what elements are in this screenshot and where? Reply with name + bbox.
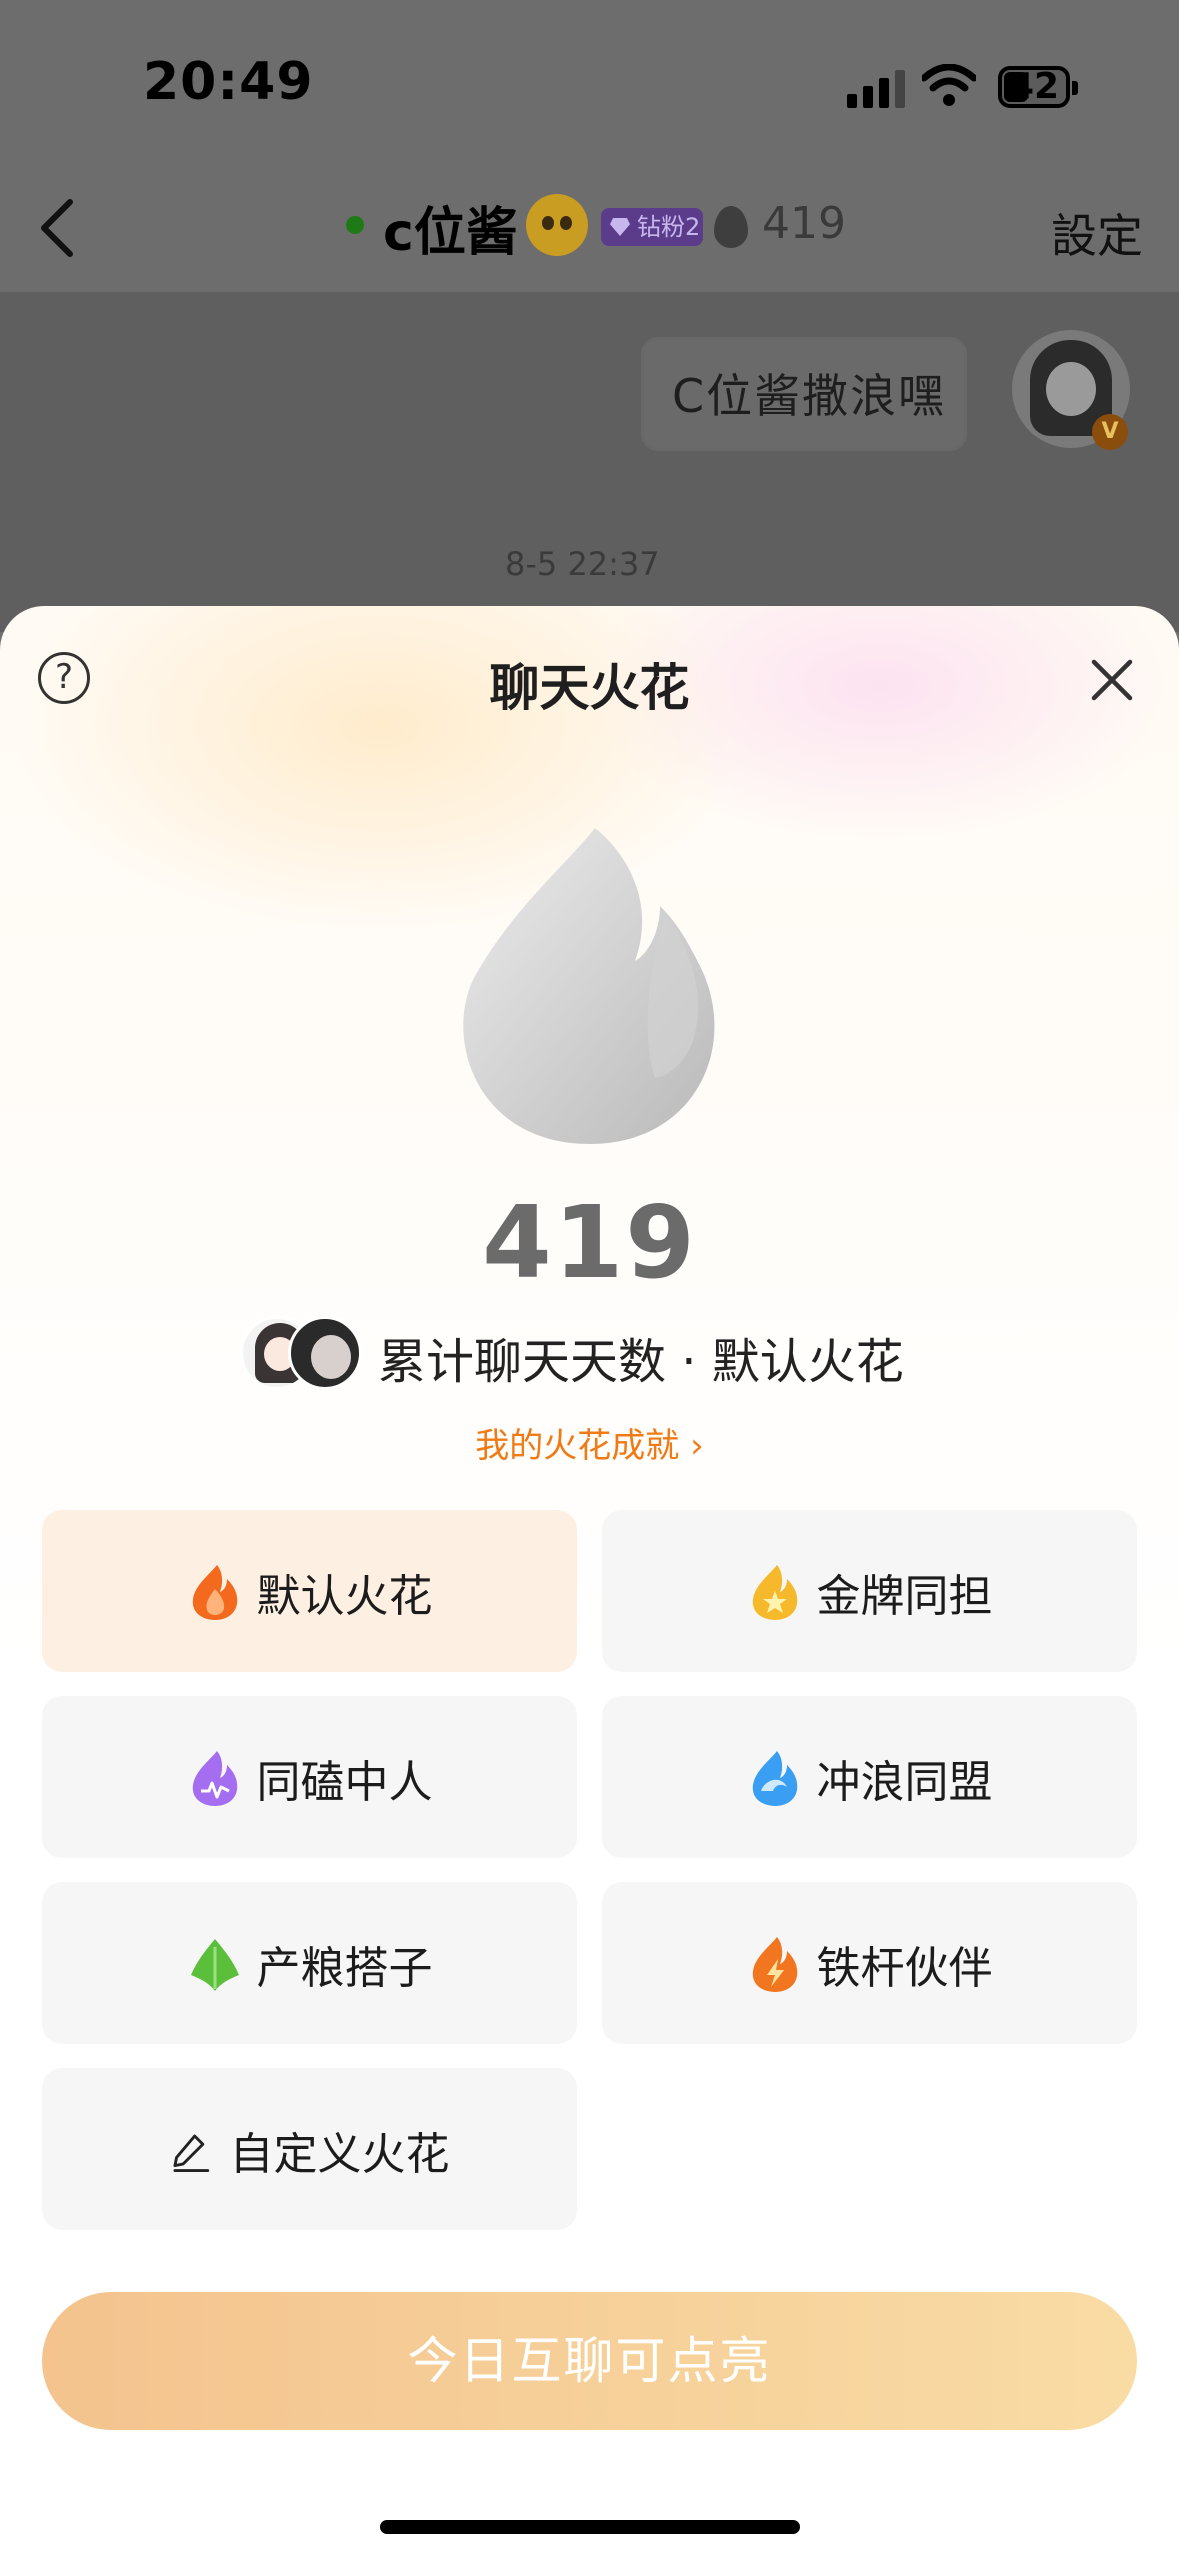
option-label: 同磕中人 [256,1757,433,1808]
diamond-icon [610,218,630,236]
gold-star-flame-icon [752,1565,797,1620]
leaf-icon [190,1939,239,1991]
navigation-area [0,0,1179,292]
contact-name[interactable]: c位酱 [383,190,518,265]
pair-avatars [240,1316,364,1390]
battery-level: 42 [1008,66,1060,107]
spark-day-count: 419 [482,1184,697,1301]
spark-option-gold[interactable]: 金牌同担 [602,1510,1137,1672]
edit-icon [172,2134,209,2172]
sheet-title: 聊天火花 [489,659,690,717]
spark-option-creator[interactable]: 产粮搭子 [42,1882,577,2044]
close-icon[interactable] [1090,658,1134,702]
wave-icon [752,1751,797,1806]
battery-icon: 42 [998,66,1078,108]
fan-level-badge: 钻粉2 [601,208,703,246]
orange-flame-icon [192,1565,237,1620]
message-text: C位酱撒浪嘿 [672,369,947,423]
message-timestamp: 8-5 22:37 [505,545,660,583]
spark-option-shipper[interactable]: 同磕中人 [42,1696,577,1858]
verified-badge: V [1092,414,1128,450]
option-label: 冲浪同盟 [816,1757,993,1808]
spark-option-custom[interactable]: 自定义火花 [42,2068,577,2230]
settings-button[interactable]: 設定 [1051,200,1143,266]
option-label: 自定义火花 [229,2129,450,2180]
spark-option-surf[interactable]: 冲浪同盟 [602,1696,1137,1858]
wifi-icon [922,64,976,106]
spark-flame-icon [463,828,715,1144]
option-label: 铁杆伙伴 [816,1943,993,1994]
fan-level-label: 钻粉2 [637,213,701,241]
purple-flame-icon [192,1751,237,1806]
back-arrow-icon[interactable] [34,196,78,260]
spark-option-loyal[interactable]: 铁杆伙伴 [602,1882,1137,2044]
status-time: 20:49 [143,52,314,112]
signal-icon [847,68,905,108]
pleading-face-emoji-icon [526,194,588,256]
lightning-flame-icon [752,1937,797,1992]
my-spark-achievements-link[interactable]: 我的火花成就 › [0,1418,1179,1467]
option-label: 默认火花 [256,1571,433,1622]
spark-option-default[interactable]: 默认火花 [42,1510,577,1672]
online-status-dot [346,216,364,234]
option-label: 金牌同担 [816,1571,993,1622]
friend-avatar [288,1316,362,1390]
light-up-button[interactable]: 今日互聊可点亮 [42,2292,1137,2430]
chat-spark-sheet: ? 聊天火花 419 累计聊天天数 · 默认火花 我的火花成就 › 默认火花 金… [0,606,1179,2556]
spark-flame-icon [714,206,748,248]
nav-spark-count[interactable]: 419 [762,198,846,249]
option-label: 产粮搭子 [256,1943,433,1994]
spark-summary: 累计聊天天数 · 默认火花 [378,1334,904,1390]
home-indicator [380,2520,800,2534]
